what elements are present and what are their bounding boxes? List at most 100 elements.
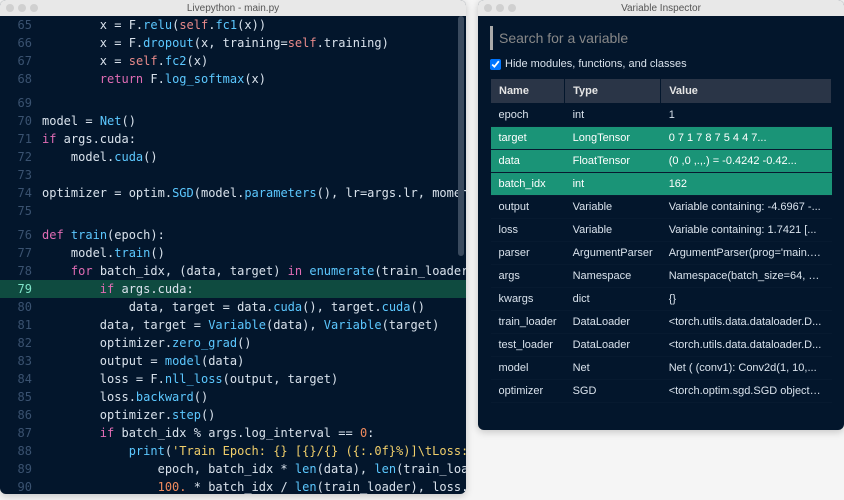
cell-name: output [491,196,565,219]
cell-name: loss [491,219,565,242]
code-text: model.cuda() [42,148,158,166]
cell-type: Variable [565,196,661,219]
code-line[interactable]: 86 optimizer.step() [0,406,466,424]
code-text: for batch_idx, (data, target) in enumera… [42,262,466,280]
code-line[interactable]: 84 loss = F.nll_loss(output, target) [0,370,466,388]
code-line[interactable]: 66 x = F.dropout(x, training=self.traini… [0,34,466,52]
table-row[interactable]: modelNetNet ( (conv1): Conv2d(1, 10,... [491,357,832,380]
zoom-icon[interactable] [508,4,516,12]
table-row[interactable]: epochint1 [491,104,832,127]
table-row[interactable]: outputVariableVariable containing: -4.69… [491,196,832,219]
table-row[interactable]: train_loaderDataLoader<torch.utils.data.… [491,311,832,334]
col-type[interactable]: Type [565,79,661,104]
code-text: if args.cuda: [42,280,194,298]
line-number: 90 [0,478,42,494]
table-row[interactable]: targetLongTensor0 7 1 7 8 7 5 4 4 7... [491,127,832,150]
cell-value: (0 ,0 ,.,.) = -0.4242 -0.42... [661,150,832,173]
minimize-icon[interactable] [496,4,504,12]
code-line[interactable]: 69 [0,94,466,112]
cell-type: DataLoader [565,311,661,334]
code-line[interactable]: 74optimizer = optim.SGD(model.parameters… [0,184,466,202]
line-number: 74 [0,184,42,202]
code-line[interactable]: 89 epoch, batch_idx * len(data), len(tra… [0,460,466,478]
cell-type: FloatTensor [565,150,661,173]
close-icon[interactable] [484,4,492,12]
table-row[interactable]: batch_idxint162 [491,173,832,196]
table-row[interactable]: kwargsdict{} [491,288,832,311]
code-line[interactable]: 73 [0,166,466,184]
code-line[interactable]: 75 [0,202,466,220]
table-row[interactable]: dataFloatTensor(0 ,0 ,.,.) = -0.4242 -0.… [491,150,832,173]
code-line[interactable]: 88 print('Train Epoch: {} [{}/{} ({:.0f}… [0,442,466,460]
code-area[interactable]: 65 x = F.relu(self.fc1(x))66 x = F.dropo… [0,16,466,494]
code-line[interactable]: 87 if batch_idx % args.log_interval == 0… [0,424,466,442]
code-line[interactable]: 76def train(epoch): [0,226,466,244]
cell-value: Variable containing: 1.7421 [... [661,219,832,242]
traffic-lights[interactable] [484,4,516,12]
code-text: output = model(data) [42,352,244,370]
code-line[interactable]: 79 if args.cuda: [0,280,466,298]
line-number: 76 [0,226,42,244]
code-line[interactable]: 83 output = model(data) [0,352,466,370]
code-line[interactable]: 82 optimizer.zero_grad() [0,334,466,352]
line-number: 87 [0,424,42,442]
code-text: if args.cuda: [42,130,136,148]
code-line[interactable]: 90 100. * batch_idx / len(train_loader),… [0,478,466,494]
col-name[interactable]: Name [491,79,565,104]
code-line[interactable]: 80 data, target = data.cuda(), target.cu… [0,298,466,316]
code-line[interactable]: 72 model.cuda() [0,148,466,166]
inspector-title: Variable Inspector [621,3,701,14]
code-line[interactable]: 68 return F.log_softmax(x) [0,70,466,88]
code-text: x = F.relu(self.fc1(x)) [42,16,266,34]
hide-label: Hide modules, functions, and classes [505,58,687,70]
scrollbar-thumb[interactable] [458,16,464,256]
table-row[interactable]: lossVariableVariable containing: 1.7421 … [491,219,832,242]
line-number: 82 [0,334,42,352]
code-line[interactable]: 67 x = self.fc2(x) [0,52,466,70]
hide-toggle-row[interactable]: Hide modules, functions, and classes [490,58,832,70]
code-line[interactable]: 81 data, target = Variable(data), Variab… [0,316,466,334]
code-line[interactable]: 77 model.train() [0,244,466,262]
cell-value: 0 7 1 7 8 7 5 4 4 7... [661,127,832,150]
code-line[interactable]: 71if args.cuda: [0,130,466,148]
col-value[interactable]: Value [661,79,832,104]
code-text: x = F.dropout(x, training=self.training) [42,34,389,52]
cell-type: int [565,173,661,196]
table-row[interactable]: test_loaderDataLoader<torch.utils.data.d… [491,334,832,357]
cell-name: model [491,357,565,380]
cell-type: Variable [565,219,661,242]
table-row[interactable]: argsNamespaceNamespace(batch_size=64, cu… [491,265,832,288]
cell-value: {} [661,288,832,311]
code-line[interactable]: 78 for batch_idx, (data, target) in enum… [0,262,466,280]
minimize-icon[interactable] [18,4,26,12]
table-row[interactable]: parserArgumentParserArgumentParser(prog=… [491,242,832,265]
cell-value: <torch.utils.data.dataloader.D... [661,311,832,334]
code-line[interactable]: 85 loss.backward() [0,388,466,406]
search-input[interactable] [499,30,826,46]
zoom-icon[interactable] [30,4,38,12]
line-number: 83 [0,352,42,370]
line-number: 79 [0,280,42,298]
line-number: 78 [0,262,42,280]
search-container [490,26,832,50]
hide-checkbox[interactable] [490,59,501,70]
cell-type: int [565,104,661,127]
code-text: return F.log_softmax(x) [42,70,266,88]
cell-name: target [491,127,565,150]
cell-type: ArgumentParser [565,242,661,265]
editor-title-bar[interactable]: Livepython - main.py [0,0,466,16]
code-text: model.train() [42,244,165,262]
inspector-title-bar[interactable]: Variable Inspector [478,0,844,16]
cell-value: <torch.optim.sgd.SGD object at... [661,380,832,403]
code-text: optimizer.zero_grad() [42,334,252,352]
code-line[interactable]: 65 x = F.relu(self.fc1(x)) [0,16,466,34]
traffic-lights[interactable] [6,4,38,12]
close-icon[interactable] [6,4,14,12]
cell-value: Variable containing: -4.6967 -... [661,196,832,219]
code-line[interactable]: 70model = Net() [0,112,466,130]
cell-type: Namespace [565,265,661,288]
table-row[interactable]: optimizerSGD<torch.optim.sgd.SGD object … [491,380,832,403]
line-number: 80 [0,298,42,316]
cell-value: 162 [661,173,832,196]
line-number: 71 [0,130,42,148]
